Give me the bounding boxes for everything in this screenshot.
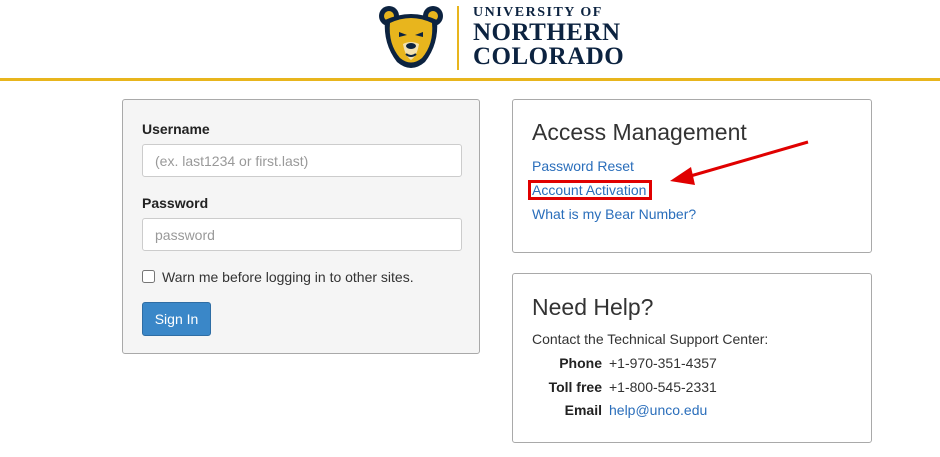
sign-in-button[interactable]: Sign In [142, 302, 211, 336]
annotation-highlight-box [528, 180, 652, 200]
bear-logo-icon [379, 6, 443, 68]
password-reset-link[interactable]: Password Reset [532, 158, 634, 174]
help-intro-text: Contact the Technical Support Center: [532, 331, 769, 347]
logo-divider [457, 6, 459, 70]
username-label: Username [142, 121, 210, 137]
bear-number-link[interactable]: What is my Bear Number? [532, 206, 696, 222]
toll-free-label: Toll free [548, 379, 602, 395]
email-link[interactable]: help@unco.edu [609, 402, 707, 418]
need-help-panel: Need Help? Contact the Technical Support… [512, 273, 872, 443]
wordmark-line3: COLORADO [473, 43, 625, 70]
password-input[interactable] [142, 218, 462, 251]
login-form: Username Password Warn me before logging… [122, 99, 480, 354]
username-input[interactable] [142, 144, 462, 177]
annotation-arrow-icon [670, 140, 809, 185]
email-value-wrapper: help@unco.edu [609, 402, 707, 418]
wordmark-line2: NORTHERN [473, 19, 621, 46]
warn-checkbox-label: Warn me before logging in to other sites… [162, 269, 414, 285]
phone-label: Phone [559, 355, 602, 371]
university-wordmark: UNIVERSITY OF NORTHERN COLORADO [473, 5, 624, 69]
email-label: Email [564, 402, 602, 418]
warn-checkbox[interactable] [142, 270, 155, 283]
site-header: UNIVERSITY OF NORTHERN COLORADO [0, 0, 940, 81]
need-help-title: Need Help? [532, 294, 654, 320]
phone-value: +1-970-351-4357 [609, 355, 717, 371]
toll-free-value: +1-800-545-2331 [609, 379, 717, 395]
password-label: Password [142, 195, 209, 211]
